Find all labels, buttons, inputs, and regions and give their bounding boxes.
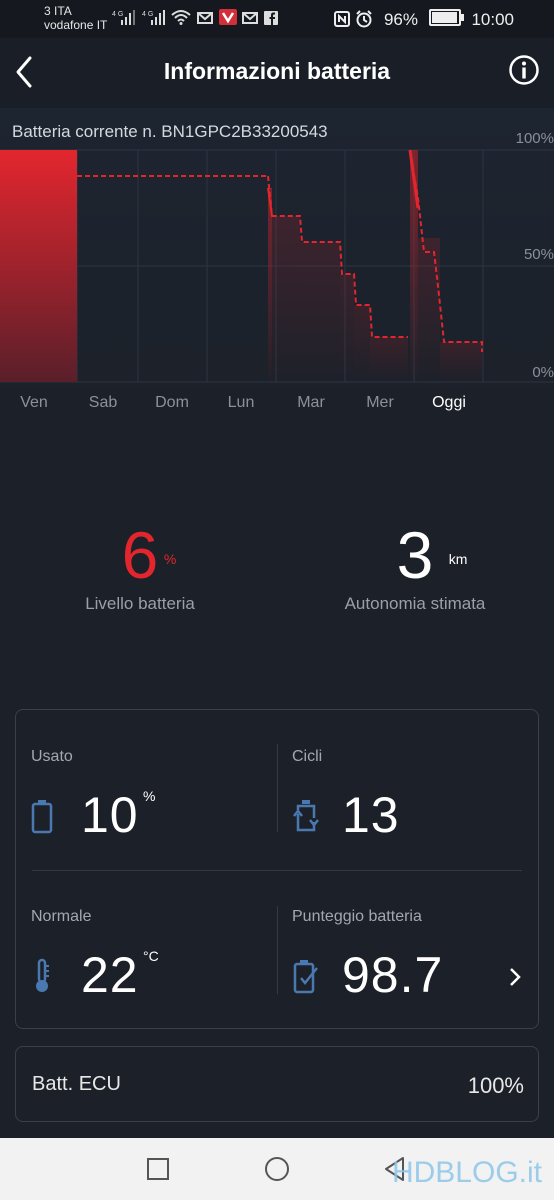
cycles-label: Cicli <box>292 748 323 765</box>
battery-percent: 96% <box>383 10 418 29</box>
system-nav-bar: HDBLOG.it <box>0 1138 554 1200</box>
battery-history-chart: Batteria corrente n. BN1GPC2B33200543 10… <box>0 108 554 438</box>
battery-level-value: 6 % <box>121 518 177 592</box>
ecu-label: Batt. ECU <box>32 1073 121 1095</box>
signal-icon: 4G <box>112 10 135 25</box>
ecu-battery-row: Batt. ECU 100% <box>15 1046 539 1122</box>
battery-score-cell[interactable]: Punteggio batteria 98.7 <box>292 908 532 1038</box>
divider <box>277 906 278 994</box>
used-cell: Usato 10 % <box>31 748 271 878</box>
range-number: 3 <box>396 518 434 592</box>
alarm-icon <box>356 10 372 28</box>
x-tick-label[interactable]: Lun <box>228 394 255 412</box>
nfc-icon <box>334 11 351 27</box>
range-stat: 3 km Autonomia stimata <box>320 520 510 614</box>
battery-details-card: Usato 10 % Cicli 13 Normale 22 °C Punteg… <box>15 709 539 1029</box>
network-type-2: 4G <box>142 11 155 18</box>
chart-plot <box>0 149 554 383</box>
mail-icon-2 <box>242 12 259 24</box>
x-tick-label[interactable]: Dom <box>155 394 189 412</box>
network-type-1: 4G <box>112 11 125 18</box>
vivaldi-icon <box>218 9 237 25</box>
signal-icons: 4G 4G <box>112 9 278 25</box>
carrier-1: 3 ITA <box>44 4 72 18</box>
battery-status-icon <box>428 9 464 26</box>
battery-level-stat: 6 % Livello batteria <box>60 520 220 614</box>
x-tick-label[interactable]: Mer <box>366 394 394 412</box>
temperature-value: 22 <box>81 947 139 1003</box>
status-bar: 3 ITA vodafone IT 4G 4G 96% 10:00 <box>0 0 554 38</box>
temperature-label: Normale <box>31 908 92 925</box>
carrier-2: vodafone IT <box>44 18 108 32</box>
wifi-icon <box>171 10 191 25</box>
x-tick-label[interactable]: Oggi <box>432 394 466 412</box>
range-value: 3 km <box>396 518 468 592</box>
watermark: HDBLOG.it <box>391 1156 542 1189</box>
temperature-cell: Normale 22 °C <box>31 908 271 1038</box>
facebook-icon <box>263 11 278 25</box>
chevron-right-icon[interactable] <box>508 966 522 988</box>
mail-icon <box>196 12 213 24</box>
used-label: Usato <box>31 748 73 765</box>
cycle-icon <box>293 800 319 832</box>
page-title: Informazioni batteria <box>163 58 391 84</box>
battery-check-icon <box>293 960 318 994</box>
info-icon[interactable] <box>508 54 540 86</box>
battery-level-unit: % <box>163 551 177 567</box>
x-tick-label[interactable]: Sab <box>89 394 117 412</box>
chart-area-ven <box>0 150 77 382</box>
used-unit: % <box>143 788 156 804</box>
status-right: 96% 10:00 <box>334 9 514 30</box>
divider <box>277 744 278 832</box>
used-value: 10 <box>81 787 139 843</box>
battery-icon <box>31 800 53 834</box>
range-unit: km <box>448 551 468 567</box>
thermometer-icon <box>36 958 49 992</box>
x-tick-label[interactable]: Ven <box>20 394 48 412</box>
signal-icon-2: 4G <box>142 10 165 25</box>
battery-level-number: 6 <box>121 518 159 592</box>
clock: 10:00 <box>471 10 514 29</box>
recents-button[interactable] <box>145 1156 171 1182</box>
carrier-info: 3 ITA vodafone IT <box>44 4 107 32</box>
cycles-cell: Cicli 13 <box>292 748 532 878</box>
battery-score-value: 98.7 <box>342 947 444 1003</box>
home-button[interactable] <box>264 1156 290 1182</box>
x-tick-label[interactable]: Mar <box>297 394 325 412</box>
battery-score-label: Punteggio batteria <box>292 908 422 925</box>
app-header: Informazioni batteria <box>0 38 554 108</box>
battery-level-label: Livello batteria <box>85 594 195 613</box>
ecu-value: 100% <box>467 1073 524 1098</box>
cycles-value: 13 <box>342 787 400 843</box>
temperature-unit: °C <box>143 948 159 964</box>
range-label: Autonomia stimata <box>344 594 486 613</box>
